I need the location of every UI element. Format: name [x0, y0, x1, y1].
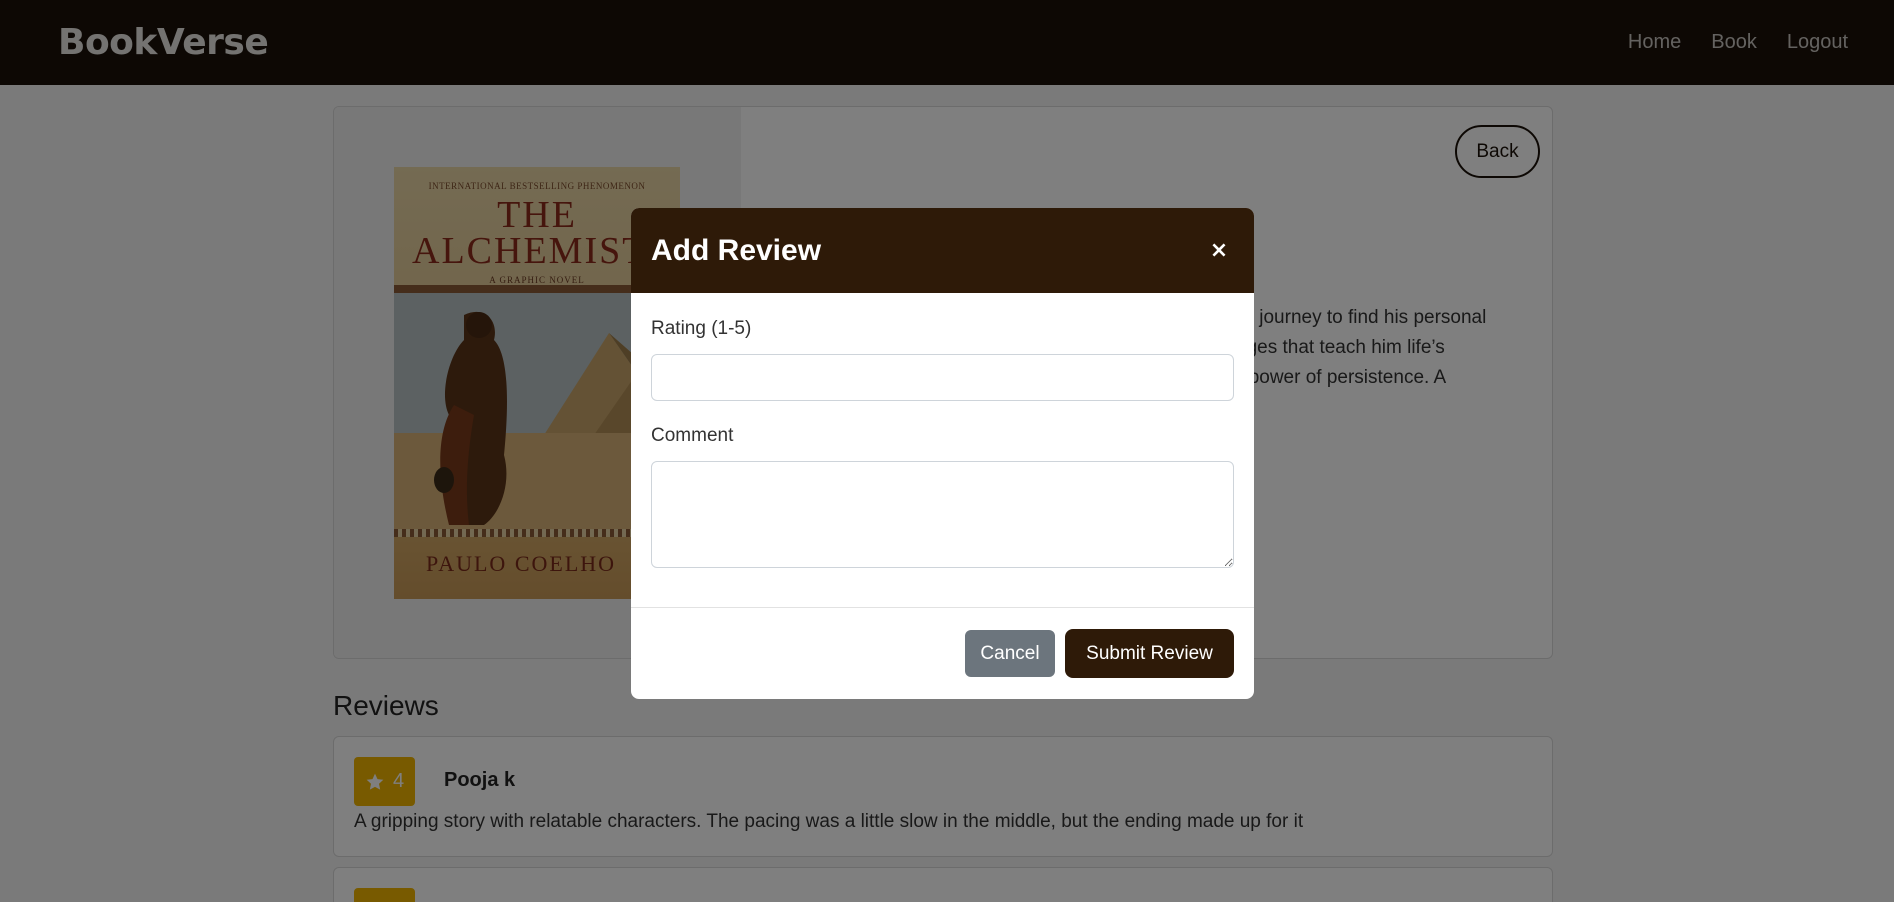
rating-label: Rating (1-5) [651, 318, 752, 339]
rating-input[interactable] [651, 354, 1234, 401]
modal-title: Add Review [651, 233, 822, 267]
modal-divider [631, 607, 1254, 608]
modal-header: Add Review × [631, 208, 1254, 293]
add-review-modal: Add Review × Rating (1-5) Comment Cancel… [631, 208, 1254, 699]
comment-textarea[interactable] [651, 461, 1234, 568]
cancel-button[interactable]: Cancel [965, 630, 1055, 677]
comment-label: Comment [651, 425, 734, 446]
close-icon[interactable]: × [1204, 236, 1234, 266]
submit-review-button[interactable]: Submit Review [1065, 629, 1234, 678]
